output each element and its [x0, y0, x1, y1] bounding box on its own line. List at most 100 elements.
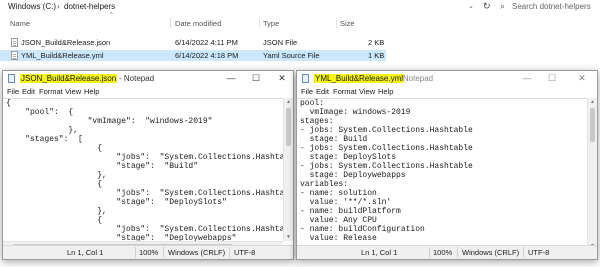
title-bar[interactable]: YML_Build&Release.yml - Notepad — ☐ ✕ — [297, 71, 597, 86]
search-box[interactable]: ⌕ Search dotnet-helpers — [498, 0, 596, 13]
file-icon — [11, 38, 18, 47]
status-bar: Ln 1, Col 1 100% Windows (CRLF) UTF-8 — [297, 245, 597, 259]
column-divider[interactable] — [170, 18, 171, 28]
status-divider — [135, 247, 136, 258]
menu-view[interactable]: View — [359, 87, 375, 96]
scroll-up-icon[interactable]: ▲ — [284, 99, 293, 105]
editor-line: "vmImage": "windows-2019" — [6, 117, 213, 126]
menu-file[interactable]: File — [301, 87, 313, 96]
editor-line: stage: Deploywebapps — [300, 171, 406, 180]
line-ending: Windows (CRLF) — [462, 248, 520, 257]
text-editor[interactable]: { "pool": { "vmImage": "windows-2019" },… — [3, 98, 283, 242]
editor-line: "pool": { — [6, 108, 74, 117]
editor-line: { — [6, 180, 103, 189]
editor-line: stage: Build — [300, 135, 368, 144]
file-icon — [11, 51, 18, 60]
vertical-scrollbar[interactable]: ▲ ▼ — [283, 98, 293, 241]
zoom-level: 100% — [139, 248, 159, 257]
menu-edit[interactable]: Edit — [316, 87, 329, 96]
window-title-app: - Notepad — [119, 74, 155, 83]
status-divider — [457, 247, 458, 258]
scroll-thumb[interactable] — [590, 108, 595, 142]
window-title-app: - Notepad — [398, 74, 434, 83]
file-type: JSON File — [263, 38, 298, 47]
column-name[interactable]: Name — [10, 19, 30, 28]
menu-help[interactable]: Help — [378, 87, 393, 96]
breadcrumb-folder[interactable]: dotnet-helpers — [64, 2, 115, 11]
file-name: YML_Build&Release.yml — [21, 51, 104, 60]
editor-line: }, — [6, 207, 107, 216]
menu-format[interactable]: Format — [333, 87, 357, 96]
column-type[interactable]: Type — [263, 19, 279, 28]
editor-line: value: Any CPU — [300, 216, 377, 225]
editor-line: stage: DeploySlots — [300, 153, 397, 162]
file-row-selected[interactable]: YML_Build&Release.yml 6/14/2022 4:18 PM … — [0, 50, 386, 61]
scroll-thumb[interactable] — [286, 108, 291, 146]
file-row[interactable]: JSON_Build&Release.json 6/14/2022 4:11 P… — [0, 37, 386, 48]
close-icon[interactable]: ✕ — [275, 73, 289, 84]
scroll-up-icon[interactable]: ▲ — [588, 99, 597, 105]
editor-line: "jobs": "System.Collections.Hashtable", — [6, 225, 283, 234]
search-icon: ⌕ — [500, 1, 506, 11]
line-ending: Windows (CRLF) — [168, 248, 226, 257]
chevron-right-icon: › — [57, 2, 60, 11]
maximize-icon[interactable]: ☐ — [249, 73, 263, 84]
status-divider — [429, 247, 430, 258]
minimize-icon[interactable]: — — [224, 73, 238, 84]
editor-line: "stage": "DeploySlots" — [6, 198, 227, 207]
window-title-filename: YML_Build&Release.yml — [314, 74, 405, 83]
editor-line: }, — [6, 126, 79, 135]
column-divider[interactable] — [336, 18, 337, 28]
search-input[interactable]: Search dotnet-helpers — [512, 2, 591, 11]
column-size[interactable]: Size — [340, 19, 355, 28]
maximize-icon[interactable]: ☐ — [545, 73, 559, 84]
editor-line: "jobs": "System.Collections.Hashtable", — [6, 189, 283, 198]
column-headers: Name Date modified Type Size — [0, 17, 600, 29]
zoom-level: 100% — [433, 248, 453, 257]
title-bar[interactable]: JSON_Build&Release.json - Notepad — ☐ ✕ — [3, 71, 293, 86]
file-size: 1 KB — [368, 51, 385, 60]
editor-line: "jobs": "System.Collections.Hashtable", — [6, 153, 283, 162]
file-explorer: Windows (C:) › dotnet-helpers ⌄ ↻ ⌕ Sear… — [0, 0, 600, 70]
editor-line: - jobs: System.Collections.Hashtable — [300, 162, 473, 171]
menu-bar: File Edit Format View Help — [3, 86, 293, 98]
menu-view[interactable]: View — [65, 87, 81, 96]
menu-bar: File Edit Format View Help — [297, 86, 597, 98]
menu-help[interactable]: Help — [84, 87, 99, 96]
refresh-icon[interactable]: ↻ — [483, 1, 491, 12]
menu-format[interactable]: Format — [39, 87, 63, 96]
editor-line: { — [6, 99, 11, 108]
scroll-down-icon[interactable]: ▼ — [284, 234, 293, 240]
vertical-scrollbar[interactable]: ▲ ▼ — [587, 98, 597, 250]
column-date-modified[interactable]: Date modified — [175, 19, 221, 28]
status-divider — [163, 247, 164, 258]
notepad-icon — [302, 74, 309, 83]
breadcrumb-drive[interactable]: Windows (C:) — [8, 2, 56, 11]
chevron-down-icon[interactable]: ⌄ — [468, 2, 474, 10]
close-icon[interactable]: ✕ — [575, 73, 589, 84]
editor-line: vmImage: windows-2019 — [300, 108, 411, 117]
minimize-icon[interactable]: — — [520, 73, 534, 84]
status-divider — [229, 247, 230, 258]
editor-line: - jobs: System.Collections.Hashtable — [300, 126, 473, 135]
editor-line: - name: solution — [300, 189, 377, 198]
file-type: Yaml Source File — [263, 51, 320, 60]
column-divider[interactable] — [259, 18, 260, 28]
file-date: 6/14/2022 4:18 PM — [175, 51, 239, 60]
menu-file[interactable]: File — [7, 87, 19, 96]
editor-line: variables: — [300, 180, 349, 189]
editor-line: value: '**/*.sln' — [300, 198, 392, 207]
editor-line: stages: — [300, 117, 334, 126]
notepad-icon — [8, 74, 15, 83]
status-divider — [523, 247, 524, 258]
editor-line: - jobs: System.Collections.Hashtable — [300, 144, 473, 153]
encoding: UTF-8 — [528, 248, 550, 257]
text-editor[interactable]: pool: vmImage: windows-2019 stages: - jo… — [297, 98, 587, 242]
window-title-filename: JSON_Build&Release.json — [20, 74, 118, 83]
editor-line: value: Release — [300, 234, 377, 242]
editor-line: pool: — [300, 99, 325, 108]
cursor-position: Ln 1, Col 1 — [67, 248, 104, 257]
menu-edit[interactable]: Edit — [22, 87, 35, 96]
notepad-window-yml: YML_Build&Release.yml - Notepad — ☐ ✕ Fi… — [296, 70, 598, 260]
address-bar[interactable]: Windows (C:) › dotnet-helpers ⌄ ↻ ⌕ Sear… — [0, 0, 600, 14]
